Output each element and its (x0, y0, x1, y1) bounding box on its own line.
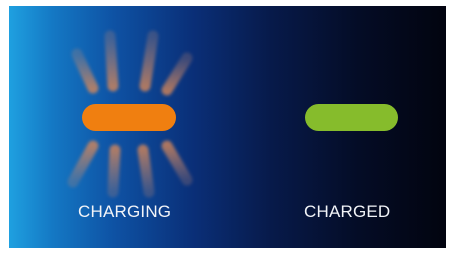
glow-ray (67, 140, 99, 188)
glow-ray (139, 30, 159, 92)
charged-indicator-light (305, 104, 398, 131)
glow-ray (71, 48, 99, 94)
glow-ray (161, 52, 193, 96)
charging-label: CHARGING (78, 202, 172, 221)
charged-label: CHARGED (304, 202, 391, 221)
glow-ray (161, 140, 193, 186)
charging-indicator-light (82, 104, 176, 131)
glow-ray (137, 144, 155, 198)
glow-ray (107, 144, 121, 198)
glow-ray (104, 30, 119, 92)
charging-status-illustration: CHARGING CHARGED (9, 6, 446, 248)
